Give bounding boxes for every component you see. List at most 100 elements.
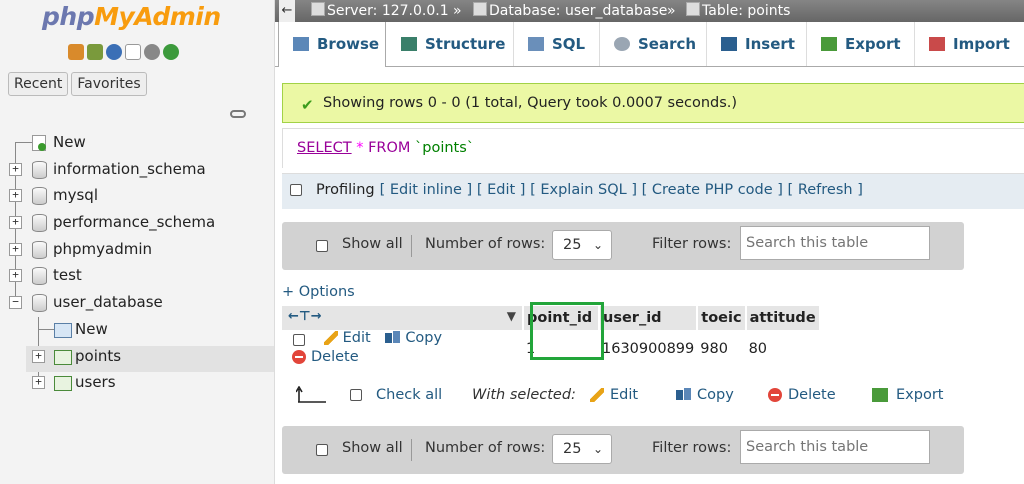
tab-import[interactable]: Import (915, 22, 1024, 66)
create-php-code-link[interactable]: Create PHP code (652, 182, 773, 198)
tab-sql[interactable]: SQL (514, 22, 600, 66)
expand-icon[interactable]: + (9, 162, 22, 176)
refresh-link[interactable]: Refresh (798, 182, 853, 198)
filter-rows-input[interactable]: Search this table (740, 430, 930, 464)
with-selected-label: With selected: (472, 387, 576, 403)
database-icon (32, 187, 47, 206)
row-checkbox[interactable] (293, 334, 305, 346)
edit-row-button[interactable]: Edit (323, 330, 371, 346)
cell-user-id[interactable]: 1630900899 (599, 330, 698, 368)
check-all-checkbox[interactable] (350, 389, 362, 401)
tree-item-performance-schema[interactable]: + performance_schema (0, 212, 274, 239)
tree-item-label[interactable]: mysql (53, 185, 98, 205)
database-icon (32, 267, 47, 286)
navigation-sidebar: phpMyAdmin Recent Favorites New + inform… (0, 0, 275, 484)
explain-sql-link[interactable]: Explain SQL (540, 182, 626, 198)
export-icon (821, 37, 837, 51)
sql-query-box: SELECT * FROM `points` (282, 128, 1024, 168)
collapse-sidebar-icon[interactable]: ← (279, 0, 295, 22)
show-all-checkbox[interactable] (316, 444, 328, 456)
number-of-rows-select[interactable]: 25 ⌄ (552, 230, 612, 260)
import-icon (929, 37, 945, 51)
tree-item-label[interactable]: performance_schema (53, 212, 215, 232)
expand-columns-icon[interactable]: ←⊤→ (288, 309, 322, 324)
tree-item-information-schema[interactable]: + information_schema (0, 159, 274, 186)
reload-icon[interactable] (163, 44, 179, 60)
expand-icon[interactable]: + (9, 189, 22, 203)
tree-item-label[interactable]: test (53, 265, 82, 285)
column-header-user-id[interactable]: user_id (599, 306, 699, 330)
check-icon: ✔ (301, 96, 314, 114)
expand-icon[interactable]: + (32, 349, 45, 363)
phpmyadmin-logo[interactable]: phpMyAdmin (42, 2, 221, 31)
chevron-down-icon: ⌄ (592, 442, 603, 456)
tab-insert[interactable]: Insert (707, 22, 807, 66)
cell-attitude[interactable]: 80 (745, 330, 820, 368)
show-all-label[interactable]: Show all (342, 440, 403, 456)
tree-item-new-table[interactable]: New (0, 319, 274, 346)
filter-rows-label: Filter rows: (652, 236, 732, 252)
expand-icon[interactable]: + (9, 242, 22, 256)
bulk-copy-button[interactable]: Copy (676, 387, 734, 403)
query-options-bar: Profiling [ Edit inline ] [ Edit ] [ Exp… (282, 173, 1024, 209)
bulk-delete-button[interactable]: Delete (768, 387, 836, 403)
tree-item-label[interactable]: information_schema (53, 159, 206, 179)
tree-item-points[interactable]: + points (26, 345, 274, 373)
success-message: ✔ Showing rows 0 - 0 (1 total, Query too… (282, 83, 1024, 123)
delete-row-button[interactable]: Delete (292, 349, 359, 365)
number-of-rows-select[interactable]: 25 ⌄ (552, 434, 612, 464)
expand-icon[interactable]: + (9, 269, 22, 283)
bulk-export-button[interactable]: Export (872, 387, 943, 403)
tab-browse[interactable]: Browse (278, 22, 386, 67)
insert-icon (721, 37, 737, 51)
show-all-checkbox[interactable] (316, 240, 328, 252)
expand-icon[interactable]: + (32, 376, 45, 390)
tab-search[interactable]: Search (600, 22, 707, 66)
tree-item-label[interactable]: users (75, 372, 116, 392)
tree-item-label[interactable]: New (53, 132, 86, 152)
edit-query-link[interactable]: Edit (487, 182, 515, 198)
sort-options-icon[interactable]: ▼ (507, 309, 516, 323)
sql-query[interactable]: SELECT * FROM `points` (297, 140, 474, 156)
collapse-icon[interactable]: − (9, 296, 22, 310)
tree-item-label[interactable]: phpmyadmin (53, 239, 152, 259)
tree-item-label[interactable]: points (75, 346, 121, 366)
copy-icon (385, 331, 401, 345)
tree-item-phpmyadmin[interactable]: + phpmyadmin (0, 239, 274, 266)
expand-icon[interactable]: + (9, 216, 22, 230)
docs-icon[interactable] (125, 44, 141, 60)
help-icon[interactable] (106, 44, 122, 60)
sidebar-icon-row (68, 44, 179, 60)
tree-item-label[interactable]: New (75, 319, 108, 339)
copy-row-button[interactable]: Copy (385, 330, 442, 346)
tree-item-mysql[interactable]: + mysql (0, 185, 274, 212)
tree-item-users[interactable]: + users (26, 372, 274, 399)
check-all-toggle[interactable]: Check all (350, 387, 442, 403)
breadcrumb-server[interactable]: Server: 127.0.0.1 (311, 0, 449, 22)
edit-inline-link[interactable]: Edit inline (390, 182, 462, 198)
column-header-attitude[interactable]: attitude (745, 306, 821, 330)
tab-export[interactable]: Export (807, 22, 915, 66)
tree-item-new[interactable]: New (0, 132, 274, 159)
cell-toeic[interactable]: 980 (697, 330, 746, 368)
breadcrumb-database[interactable]: Database: user_database (473, 0, 667, 22)
favorites-button[interactable]: Favorites (71, 72, 147, 96)
filter-rows-input[interactable]: Search this table (740, 226, 930, 260)
navigation-bar-top: Show all Number of rows: 25 ⌄ Filter rows… (282, 222, 964, 270)
settings-icon[interactable] (144, 44, 160, 60)
breadcrumb-table[interactable]: Table: points (686, 0, 790, 22)
tab-structure[interactable]: Structure (387, 22, 514, 66)
profiling-checkbox[interactable] (290, 184, 302, 196)
show-all-label[interactable]: Show all (342, 236, 403, 252)
tree-item-test[interactable]: + test (0, 265, 274, 292)
home-icon[interactable] (68, 44, 84, 60)
link-with-main-panel-icon[interactable] (230, 110, 246, 118)
tree-item-label[interactable]: user_database (53, 292, 163, 312)
table-icon (686, 2, 700, 16)
column-header-toeic[interactable]: toeic (697, 306, 747, 330)
recent-button[interactable]: Recent (8, 72, 69, 96)
bulk-edit-button[interactable]: Edit (590, 387, 638, 403)
tree-item-user-database[interactable]: − user_database (0, 292, 274, 319)
options-link[interactable]: + Options (282, 284, 355, 300)
logout-icon[interactable] (87, 44, 103, 60)
